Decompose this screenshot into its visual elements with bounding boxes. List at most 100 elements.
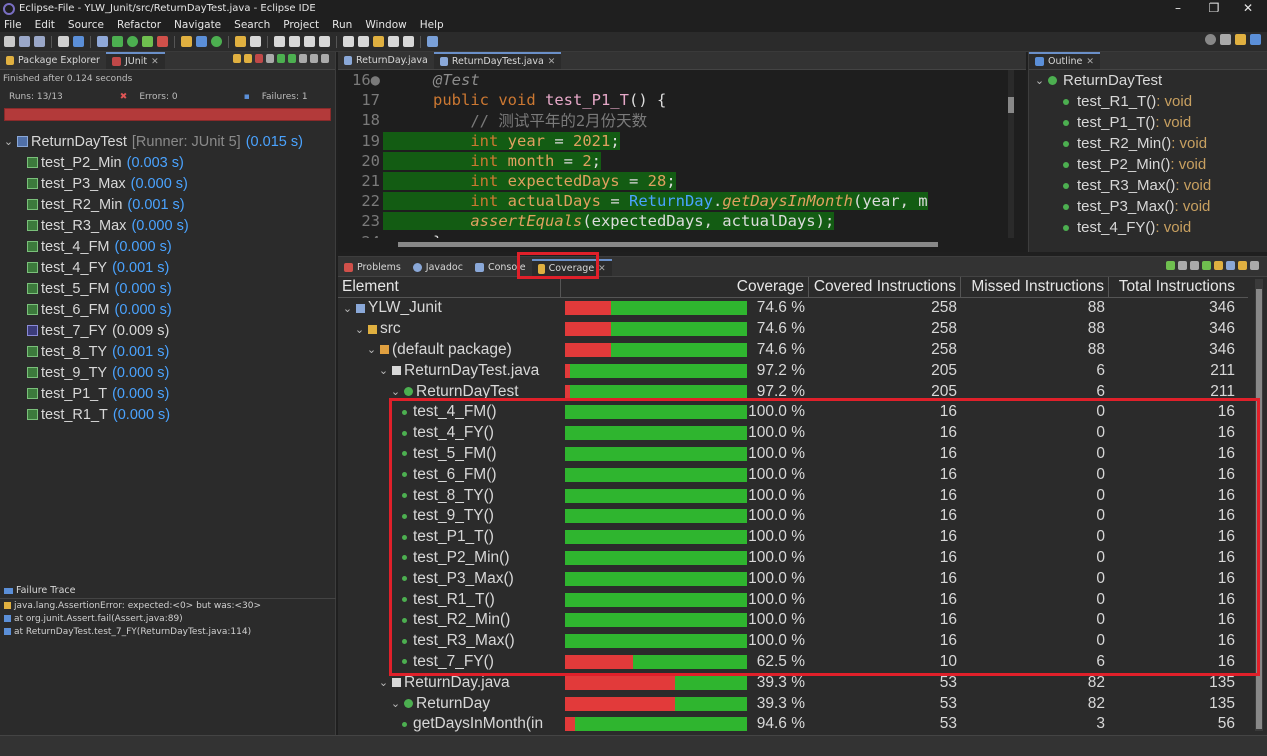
history-icon[interactable]	[310, 54, 318, 63]
previous-failure-icon[interactable]	[244, 54, 252, 63]
skip-icon[interactable]	[266, 54, 274, 63]
junit-test-node[interactable]: test_7_FY (0.009 s)	[0, 320, 335, 341]
menu-item-refactor[interactable]: Refactor	[117, 19, 161, 31]
close-tab-icon[interactable]: ✕	[548, 57, 556, 67]
undo-icon[interactable]	[58, 36, 69, 47]
coverage-row[interactable]: ⌄ YLW_Junit 74.6 % 258 88 346	[338, 298, 1248, 319]
merge-sessions-icon[interactable]	[1202, 261, 1211, 270]
junit-test-node[interactable]: test_R3_Max (0.000 s)	[0, 215, 335, 236]
new-icon[interactable]	[4, 36, 15, 47]
chevron-down-icon[interactable]: ⌄	[354, 323, 365, 336]
show-failures-only-icon[interactable]	[255, 54, 263, 63]
close-tab-icon[interactable]: ✕	[151, 57, 159, 67]
show-whitespace-icon[interactable]	[319, 36, 330, 47]
menu-item-source[interactable]: Source	[68, 19, 104, 31]
junit-test-node[interactable]: test_P1_T (0.000 s)	[0, 383, 335, 404]
pin-editor-icon[interactable]	[427, 36, 438, 47]
junit-test-node[interactable]: test_5_FM (0.000 s)	[0, 278, 335, 299]
menu-item-window[interactable]: Window	[365, 19, 406, 31]
java-perspective-icon[interactable]	[1235, 34, 1246, 45]
tab-package-explorer[interactable]: Package Explorer	[0, 52, 106, 69]
view-menu-icon[interactable]	[1250, 261, 1259, 270]
failure-trace-line[interactable]: at ReturnDayTest.test_7_FY(ReturnDayTest…	[0, 625, 336, 638]
column-header-element[interactable]: Element	[338, 277, 561, 297]
search-icon[interactable]	[250, 36, 261, 47]
outline-method-node[interactable]: test_P3_Max() : void	[1029, 196, 1267, 217]
code-area[interactable]: 16● @Test 17 public void test_P1_T() {18 //…	[338, 70, 1008, 238]
quick-search-icon[interactable]	[1205, 34, 1216, 45]
close-button[interactable]: ✕	[1229, 0, 1267, 17]
menu-item-project[interactable]: Project	[283, 19, 319, 31]
collapse-all-icon[interactable]	[1226, 261, 1235, 270]
save-all-icon[interactable]	[34, 36, 45, 47]
save-icon[interactable]	[19, 36, 30, 47]
relaunch-icon[interactable]	[1166, 261, 1175, 270]
next-failure-icon[interactable]	[233, 54, 241, 63]
run-icon[interactable]	[127, 36, 138, 47]
menu-item-help[interactable]: Help	[420, 19, 444, 31]
column-header-total[interactable]: Total Instructions	[1109, 277, 1239, 297]
outline-method-node[interactable]: test_R2_Min() : void	[1029, 133, 1267, 154]
outline-method-node[interactable]: test_R1_T() : void	[1029, 91, 1267, 112]
junit-test-node[interactable]: test_6_FM (0.000 s)	[0, 299, 335, 320]
back-icon[interactable]	[388, 36, 399, 47]
editor-vertical-scrollbar[interactable]	[1008, 70, 1014, 238]
menu-item-run[interactable]: Run	[332, 19, 352, 31]
junit-test-node[interactable]: test_P2_Min (0.003 s)	[0, 152, 335, 173]
menu-item-navigate[interactable]: Navigate	[174, 19, 221, 31]
new-class-icon[interactable]	[211, 36, 222, 47]
coverage-row[interactable]: ⌄ ReturnDayTest.java 97.2 % 205 6 211	[338, 360, 1248, 381]
menu-item-edit[interactable]: Edit	[35, 19, 55, 31]
word-wrap-icon[interactable]	[304, 36, 315, 47]
junit-test-node[interactable]: test_8_TY (0.001 s)	[0, 341, 335, 362]
last-edit-icon[interactable]	[373, 36, 384, 47]
tab-outline[interactable]: Outline ✕	[1029, 52, 1100, 69]
chevron-down-icon[interactable]: ⌄	[378, 676, 389, 689]
outline-method-node[interactable]: test_P2_Min() : void	[1029, 154, 1267, 175]
close-tab-icon[interactable]: ✕	[1086, 57, 1094, 67]
link-editor-icon[interactable]	[1238, 261, 1247, 270]
junit-root-node[interactable]: ⌄ ReturnDayTest [Runner: JUnit 5] (0.015…	[0, 131, 335, 152]
toggle-mark-icon[interactable]	[274, 36, 285, 47]
chevron-down-icon[interactable]: ⌄	[1034, 74, 1045, 87]
tab-returnday-java[interactable]: ReturnDay.java	[338, 52, 434, 69]
new-java-project-icon[interactable]	[181, 36, 192, 47]
rerun-icon[interactable]	[277, 54, 285, 63]
scroll-thumb[interactable]	[1008, 97, 1014, 113]
column-header-missed[interactable]: Missed Instructions	[961, 277, 1109, 297]
coverage-row[interactable]: ⌄ (default package) 74.6 % 258 88 346	[338, 340, 1248, 361]
column-header-covered[interactable]: Covered Instructions	[809, 277, 961, 297]
next-annotation-icon[interactable]	[343, 36, 354, 47]
tab-junit[interactable]: JUnit ✕	[105, 52, 165, 69]
stop-icon[interactable]	[299, 54, 307, 63]
external-tools-icon[interactable]	[157, 36, 168, 47]
close-tab-icon[interactable]: ✕	[598, 264, 606, 274]
outline-method-node[interactable]: test_R3_Max() : void	[1029, 175, 1267, 196]
outline-class-node[interactable]: ⌄ ReturnDayTest	[1029, 70, 1267, 91]
view-menu-icon[interactable]	[321, 54, 329, 63]
chevron-down-icon[interactable]: ⌄	[366, 343, 377, 356]
outline-method-node[interactable]: test_4_FY() : void	[1029, 217, 1267, 238]
coverage-row[interactable]: ⌄ ReturnDay 39.3 % 53 82 135	[338, 693, 1248, 714]
maximize-button[interactable]: ❐	[1195, 0, 1233, 17]
chevron-down-icon[interactable]: ⌄	[390, 697, 401, 710]
chevron-down-icon[interactable]: ⌄	[3, 135, 14, 148]
rerun-failed-icon[interactable]	[288, 54, 296, 63]
editor-horizontal-scrollbar[interactable]	[398, 242, 938, 247]
failure-trace-line[interactable]: java.lang.AssertionError: expected:<0> b…	[0, 599, 336, 612]
open-perspective-icon[interactable]	[1220, 34, 1231, 45]
debug-perspective-icon[interactable]	[1250, 34, 1261, 45]
junit-test-node[interactable]: test_P3_Max (0.000 s)	[0, 173, 335, 194]
tab-returndaytest-java[interactable]: ReturnDayTest.java ✕	[433, 52, 562, 69]
remove-session-icon[interactable]	[1178, 261, 1187, 270]
remove-all-sessions-icon[interactable]	[1190, 261, 1199, 270]
junit-test-node[interactable]: test_R2_Min (0.001 s)	[0, 194, 335, 215]
chevron-down-icon[interactable]: ⌄	[378, 364, 389, 377]
menu-item-file[interactable]: File	[4, 19, 22, 31]
previous-annotation-icon[interactable]	[358, 36, 369, 47]
coverage-run-icon[interactable]	[142, 36, 153, 47]
debug-icon[interactable]	[112, 36, 123, 47]
tab-javadoc[interactable]: Javadoc	[407, 259, 469, 276]
new-package-icon[interactable]	[196, 36, 207, 47]
forward-icon[interactable]	[403, 36, 414, 47]
